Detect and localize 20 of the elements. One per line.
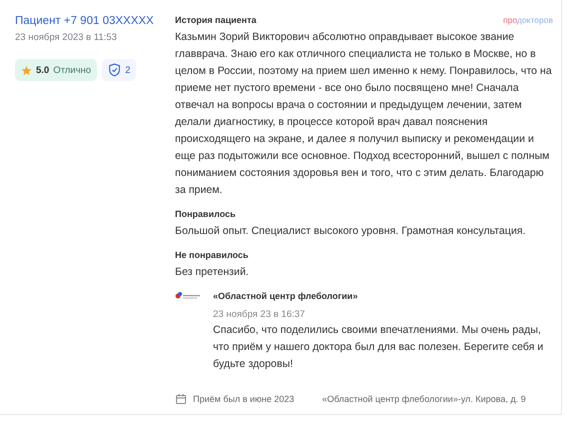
verified-badge: 2 <box>102 59 136 81</box>
clinic-name: «Областной центр флебологии» <box>213 291 358 301</box>
clinic-logo-icon <box>175 291 201 301</box>
brand-logo: продокторов <box>503 15 553 25</box>
section-text: Большой опыт. Специалист высокого уровня. Грамотная консультация. <box>175 224 527 239</box>
author-link[interactable]: Пациент +7 901 03XXXXX <box>15 15 175 27</box>
section-title: История пациента <box>175 15 256 25</box>
visit-date: Приём был в июне 2023 <box>193 394 294 404</box>
section-title: Понравилось <box>175 209 236 219</box>
star-icon <box>21 64 32 76</box>
rating-badge: 5.0 Отлично <box>15 59 98 81</box>
review-date: 23 ноября 2023 в 11:53 <box>15 32 118 43</box>
section-text: Без претензий. <box>175 265 250 280</box>
section-title: Не понравилось <box>175 250 248 260</box>
clinic-address: «Областной центр флебологии»-ул. Кирова, д. 9 <box>322 394 526 404</box>
reply-date: 23 ноября 23 в 16:37 <box>213 309 306 320</box>
section-text: Казьмин Зорий Викторович абсолютно оправдывает высокое звание главврача. Знаю его как отличного специалиста не только в Москве, но в целом в России, поэтому на прием шел именно к нему. Понравилось, что на приеме нет пустого времени - все оно было посвящено мне! Сначала отвечал на вопросы врача о состоянии и предыдущем лечении, затем делали диагностику, в процессе которой врач давал пояснения происходящего на экране, и далее я получил выписку и рекомендации и еще раз подытожили все основное. Подход всесторонний, вышел с полным пониманием состояния здоровья вен и того, что с этим делать. Благодарю за прием. <box>175 30 553 198</box>
reply-text: Спасибо, что поделились своими впечатлениями. Мы очень рады, что приём у нашего доктора был для вас полезен. Берегите себя и будьте здоровы! <box>213 323 544 372</box>
calendar-icon <box>175 393 187 405</box>
shield-check-icon <box>108 63 122 77</box>
